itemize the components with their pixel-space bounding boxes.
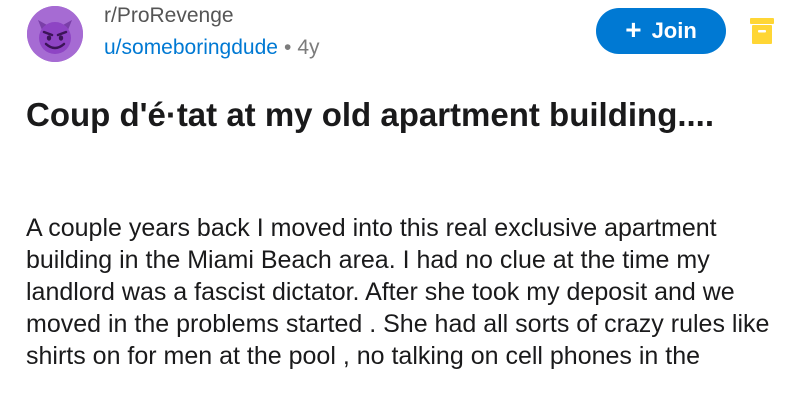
archive-icon bbox=[750, 18, 774, 44]
join-button[interactable]: + Join bbox=[596, 8, 726, 54]
author-link[interactable]: u/someboringdude bbox=[104, 36, 278, 59]
meta-separator: • bbox=[283, 36, 292, 59]
post-title[interactable]: Coup d'é·tat at my old apartment buildin… bbox=[26, 94, 766, 136]
plus-icon: + bbox=[625, 13, 642, 45]
subreddit-name[interactable]: r/ProRevenge bbox=[104, 4, 234, 28]
post-body: A couple years back I moved into this re… bbox=[26, 214, 770, 370]
subreddit-avatar[interactable] bbox=[27, 6, 83, 62]
post-header: r/ProRevenge u/someboringdude • 4y + Join bbox=[0, 0, 800, 70]
post-age: 4y bbox=[297, 36, 320, 59]
devil-emoji-icon bbox=[27, 6, 83, 62]
join-label: Join bbox=[651, 18, 697, 43]
post-meta: u/someboringdude • 4y bbox=[104, 36, 320, 60]
